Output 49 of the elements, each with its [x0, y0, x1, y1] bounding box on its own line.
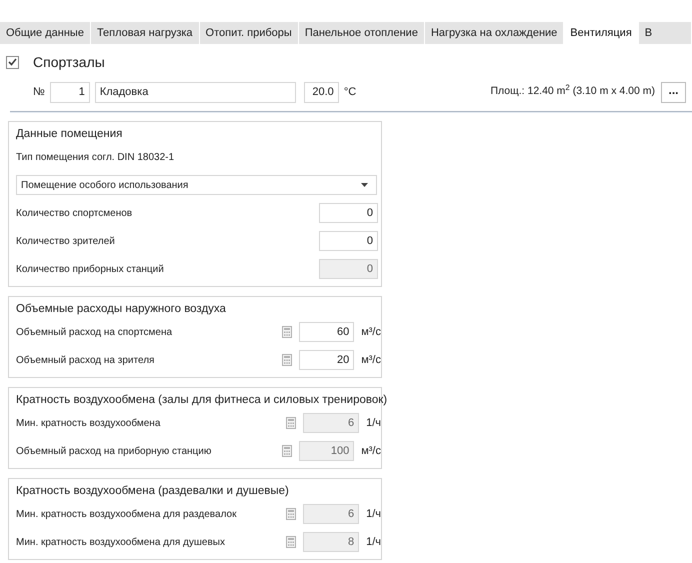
unit-label: м³/с: [361, 352, 381, 368]
temperature-unit: °C: [344, 84, 356, 100]
tab[interactable]: Панельное отопление: [298, 22, 425, 44]
unit-label: 1/ч: [366, 506, 381, 522]
section-title: Кратность воздухообмена (раздевалки и душевые): [16, 484, 289, 499]
room-name-field[interactable]: Кладовка: [94, 82, 296, 102]
calculator-icon[interactable]: [282, 354, 292, 366]
area-text: Площ.: 12.40 m$^{2}$ (3.10 m x 4.00 m): [490, 84, 655, 100]
field-label: Количество приборных станций: [16, 262, 165, 276]
field-label: Количество спортсменов: [16, 206, 134, 220]
tab[interactable]: Тепловая нагрузка: [90, 22, 200, 44]
section-title: Объемные расходы наружного воздуха: [16, 302, 226, 317]
unit-label: м³/с: [361, 324, 381, 340]
calculator-icon[interactable]: [286, 417, 296, 429]
caret-icon: [361, 183, 368, 187]
field-label: Объемный расход на приборную станцию: [16, 444, 212, 458]
room-number-field[interactable]: 1: [50, 82, 90, 102]
section-title: Кратность воздухообмена (залы для фитнеса и силовых тренировок): [16, 392, 388, 408]
unit-label: 1/ч: [366, 416, 381, 431]
field-label: Объемный расход на зрителя: [16, 354, 156, 368]
unit-label: 1/ч: [366, 534, 381, 550]
number-field[interactable]: 60: [298, 322, 354, 342]
checkmark-icon: [8, 58, 17, 66]
tab[interactable]: В: [638, 22, 692, 44]
field-label: Мин. кратность воздухообмена для душевых: [16, 536, 226, 550]
number-label: №: [33, 84, 45, 100]
calculator-icon[interactable]: [282, 326, 292, 338]
field-label: Мин. кратность воздухообмена для раздевалок: [16, 508, 238, 522]
category-label: Спортзалы: [33, 52, 105, 72]
tab[interactable]: Вентиляция: [564, 22, 639, 44]
calculator-icon[interactable]: [282, 445, 292, 457]
number-field[interactable]: 20: [298, 350, 354, 370]
checkbox[interactable]: [6, 56, 19, 68]
unit-label: м³/с: [361, 444, 381, 459]
calculator-icon[interactable]: [286, 536, 296, 548]
number-field[interactable]: 0: [319, 231, 378, 251]
field-label: Количество зрителей: [16, 234, 116, 248]
tab[interactable]: Нагрузка на охлаждение: [424, 22, 564, 44]
field-label: Мин. кратность воздухообмена: [16, 416, 162, 430]
field-label: Объемный расход на спортсмена: [16, 326, 174, 340]
more-button[interactable]: ...: [661, 82, 686, 102]
section-title: Данные помещения: [16, 126, 122, 142]
tab[interactable]: Отопит. приборы: [200, 22, 299, 44]
room-type-dropdown[interactable]: Помещение особого использования: [16, 175, 377, 195]
tab[interactable]: Общие данные: [0, 22, 91, 44]
temperature-field[interactable]: 20.0: [304, 82, 339, 102]
number-field[interactable]: 0: [319, 203, 378, 223]
calculator-icon[interactable]: [286, 508, 296, 520]
field-label: Тип помещения согл. DIN 18032-1: [16, 150, 174, 164]
